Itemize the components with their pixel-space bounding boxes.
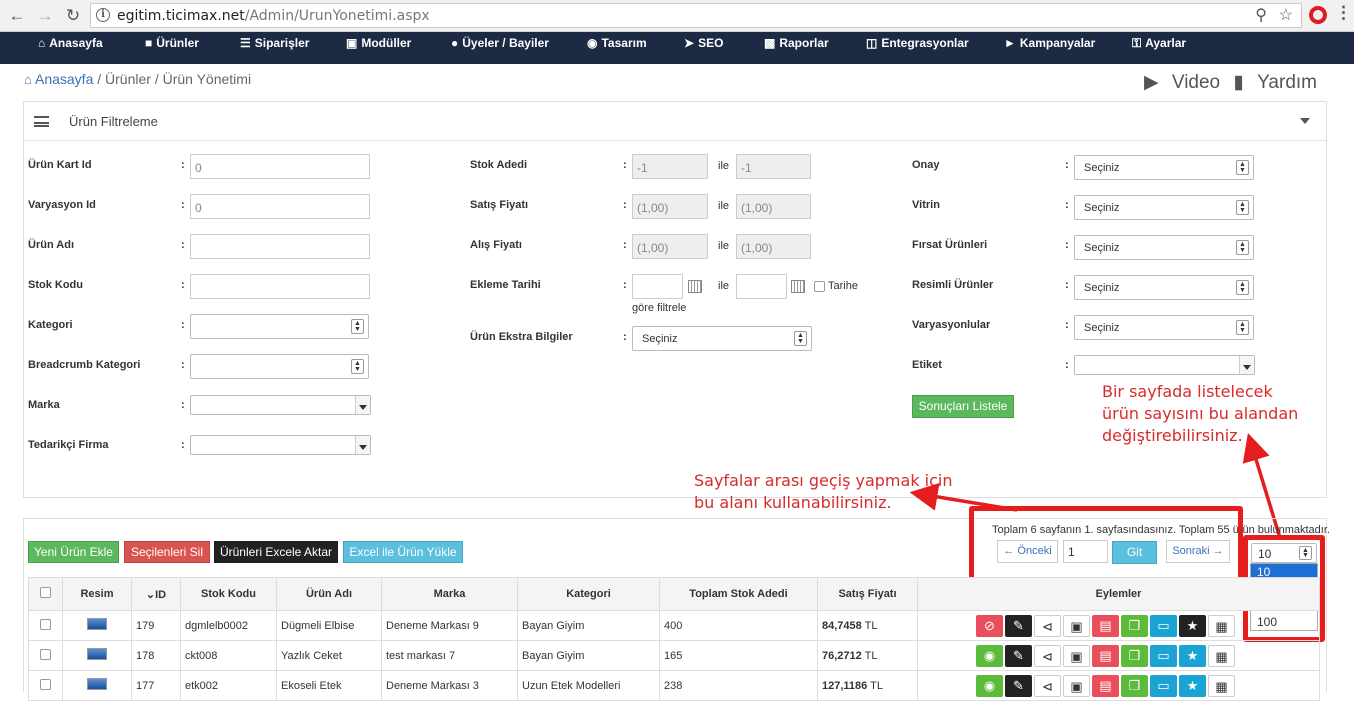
copy-icon[interactable]: ❐ bbox=[1121, 614, 1148, 637]
table-row: 179 dgmlelb0002 Dügmeli Elbise Deneme Ma… bbox=[28, 610, 1320, 641]
row-select-cell bbox=[28, 670, 63, 701]
row-kategori: Bayan Giyim bbox=[517, 640, 660, 671]
row-actions: ◉ ✎ ⊲ ▣ ▤ ❐ ▭ ★ ▦ bbox=[917, 640, 1320, 671]
row-id: 178 bbox=[131, 640, 181, 671]
monitor-icon[interactable]: ▭ bbox=[1150, 644, 1177, 667]
row-stok-adedi: 165 bbox=[659, 640, 818, 671]
row-id: 177 bbox=[131, 670, 181, 701]
table-icon[interactable]: ▦ bbox=[1208, 644, 1235, 667]
eye-icon[interactable]: ◉ bbox=[976, 674, 1003, 697]
row-satis-fiyati: 76,2712 TL bbox=[817, 640, 918, 671]
row-satis-fiyati: 84,7458 TL bbox=[817, 610, 918, 641]
copy-icon[interactable]: ❐ bbox=[1121, 674, 1148, 697]
row-urun-adi: Ekoseli Etek bbox=[276, 670, 382, 701]
cart-icon[interactable]: ▤ bbox=[1092, 674, 1119, 697]
row-marka: Deneme Markası 3 bbox=[381, 670, 518, 701]
pencil-icon[interactable]: ✎ bbox=[1005, 674, 1032, 697]
row-stok-kodu: etk002 bbox=[180, 670, 277, 701]
product-image-icon[interactable] bbox=[87, 618, 107, 630]
row-checkbox[interactable] bbox=[40, 678, 51, 690]
row-select-cell bbox=[28, 640, 63, 671]
header-satis-fiyati: Satış Fiyatı bbox=[817, 577, 918, 611]
header-resim: Resim bbox=[62, 577, 132, 611]
image-icon[interactable]: ▣ bbox=[1063, 644, 1090, 667]
header-stok-kodu: Stok Kodu bbox=[180, 577, 277, 611]
row-urun-adi: Dügmeli Elbise bbox=[276, 610, 382, 641]
yeni-urun-ekle-button[interactable]: Yeni Ürün Ekle bbox=[28, 541, 119, 563]
product-image-icon[interactable] bbox=[87, 678, 107, 690]
eye-icon[interactable]: ◉ bbox=[976, 644, 1003, 667]
share-icon[interactable]: ⊲ bbox=[1034, 674, 1061, 697]
row-image-cell bbox=[62, 610, 132, 641]
row-urun-adi: Yazlık Ceket bbox=[276, 640, 382, 671]
image-icon[interactable]: ▣ bbox=[1063, 614, 1090, 637]
cart-icon[interactable]: ▤ bbox=[1092, 644, 1119, 667]
table-icon[interactable]: ▦ bbox=[1208, 674, 1235, 697]
table-icon[interactable]: ▦ bbox=[1208, 614, 1235, 637]
row-checkbox[interactable] bbox=[40, 618, 51, 630]
row-stok-adedi: 238 bbox=[659, 670, 818, 701]
sort-chevron-icon: ⌄ bbox=[145, 588, 156, 601]
row-stok-kodu: dgmlelb0002 bbox=[180, 610, 277, 641]
products-table: Resim ⌄ID Stok Kodu Ürün Adı Marka Kateg… bbox=[28, 577, 1320, 701]
select-all-cell bbox=[28, 577, 63, 611]
table-header-row: Resim ⌄ID Stok Kodu Ürün Adı Marka Kateg… bbox=[28, 577, 1320, 611]
eye-off-icon[interactable]: ⊘ bbox=[976, 614, 1003, 637]
pencil-icon[interactable]: ✎ bbox=[1005, 614, 1032, 637]
trophy-icon[interactable]: ★ bbox=[1179, 674, 1206, 697]
cart-icon[interactable]: ▤ bbox=[1092, 614, 1119, 637]
header-urun-adi: Ürün Adı bbox=[276, 577, 382, 611]
monitor-icon[interactable]: ▭ bbox=[1150, 674, 1177, 697]
row-kategori: Uzun Etek Modelleri bbox=[517, 670, 660, 701]
excel-ile-urun-yukle-button[interactable]: Excel ile Ürün Yükle bbox=[343, 541, 463, 563]
share-icon[interactable]: ⊲ bbox=[1034, 614, 1061, 637]
row-marka: Deneme Markası 9 bbox=[381, 610, 518, 641]
row-kategori: Bayan Giyim bbox=[517, 610, 660, 641]
row-satis-fiyati: 127,1186 TL bbox=[817, 670, 918, 701]
row-actions: ◉ ✎ ⊲ ▣ ▤ ❐ ▭ ★ ▦ bbox=[917, 670, 1320, 701]
secilenleri-sil-button[interactable]: Seçilenleri Sil bbox=[124, 541, 210, 563]
row-actions: ⊘ ✎ ⊲ ▣ ▤ ❐ ▭ ★ ▦ bbox=[917, 610, 1320, 641]
paging-highlight-box bbox=[969, 506, 1243, 583]
row-stok-kodu: ckt008 bbox=[180, 640, 277, 671]
header-toplam-stok-adedi: Toplam Stok Adedi bbox=[659, 577, 818, 611]
header-eylemler: Eylemler bbox=[917, 577, 1320, 611]
row-stok-adedi: 400 bbox=[659, 610, 818, 641]
urunleri-excele-aktar-button[interactable]: Ürünleri Excele Aktar bbox=[214, 541, 338, 563]
image-icon[interactable]: ▣ bbox=[1063, 674, 1090, 697]
table-row: 177 etk002 Ekoseli Etek Deneme Markası 3… bbox=[28, 670, 1320, 701]
header-marka: Marka bbox=[381, 577, 518, 611]
copy-icon[interactable]: ❐ bbox=[1121, 644, 1148, 667]
monitor-icon[interactable]: ▭ bbox=[1150, 614, 1177, 637]
trophy-icon[interactable]: ★ bbox=[1179, 614, 1206, 637]
header-id[interactable]: ⌄ID bbox=[131, 577, 181, 611]
row-image-cell bbox=[62, 670, 132, 701]
header-kategori: Kategori bbox=[517, 577, 660, 611]
row-select-cell bbox=[28, 610, 63, 641]
pencil-icon[interactable]: ✎ bbox=[1005, 644, 1032, 667]
row-marka: test markası 7 bbox=[381, 640, 518, 671]
row-image-cell bbox=[62, 640, 132, 671]
row-id: 179 bbox=[131, 610, 181, 641]
table-row: 178 ckt008 Yazlık Ceket test markası 7 B… bbox=[28, 640, 1320, 671]
select-all-checkbox[interactable] bbox=[40, 587, 51, 598]
product-image-icon[interactable] bbox=[87, 648, 107, 660]
trophy-icon[interactable]: ★ bbox=[1179, 644, 1206, 667]
row-checkbox[interactable] bbox=[40, 648, 51, 660]
share-icon[interactable]: ⊲ bbox=[1034, 644, 1061, 667]
